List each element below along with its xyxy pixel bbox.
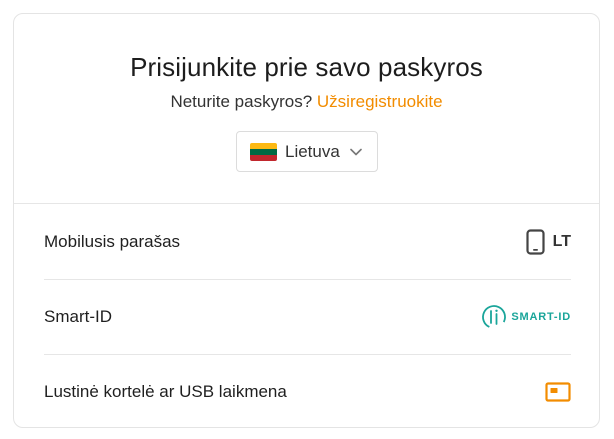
lithuania-flag-icon	[250, 142, 277, 161]
id-card-icon	[545, 382, 571, 402]
smart-id-logo: SMART-ID	[481, 304, 571, 330]
no-account-text: Neturite paskyros?	[170, 92, 313, 111]
login-method-smart-id[interactable]: Smart-ID SMART-ID	[44, 280, 571, 355]
smart-id-wordmark: SMART-ID	[511, 311, 571, 323]
login-method-smart-card[interactable]: Lustinė kortelė ar USB laikmena	[44, 355, 571, 429]
login-card: Prisijunkite prie savo paskyros Neturite…	[13, 13, 600, 428]
login-method-badge	[545, 382, 571, 402]
login-method-label: Smart-ID	[44, 307, 112, 326]
mobile-phone-icon	[526, 229, 545, 255]
login-method-label: Mobilusis parašas	[44, 232, 181, 251]
register-link[interactable]: Užsiregistruokite	[317, 92, 443, 111]
mobile-country-code: LT	[552, 233, 571, 250]
login-method-label: Lustinė kortelė ar USB laikmena	[44, 382, 287, 401]
page-title: Prisijunkite prie savo paskyros	[130, 52, 483, 82]
login-method-mobile-signature[interactable]: Mobilusis parašas LT	[44, 205, 571, 280]
country-select-value: Lietuva	[285, 141, 340, 161]
smart-id-logo-icon	[482, 305, 507, 329]
login-method-badge: LT	[526, 229, 571, 255]
section-divider	[14, 203, 599, 204]
chevron-down-icon	[350, 148, 362, 155]
country-select[interactable]: Lietuva	[236, 131, 378, 172]
register-prompt: Neturite paskyros? Užsiregistruokite	[14, 92, 599, 112]
